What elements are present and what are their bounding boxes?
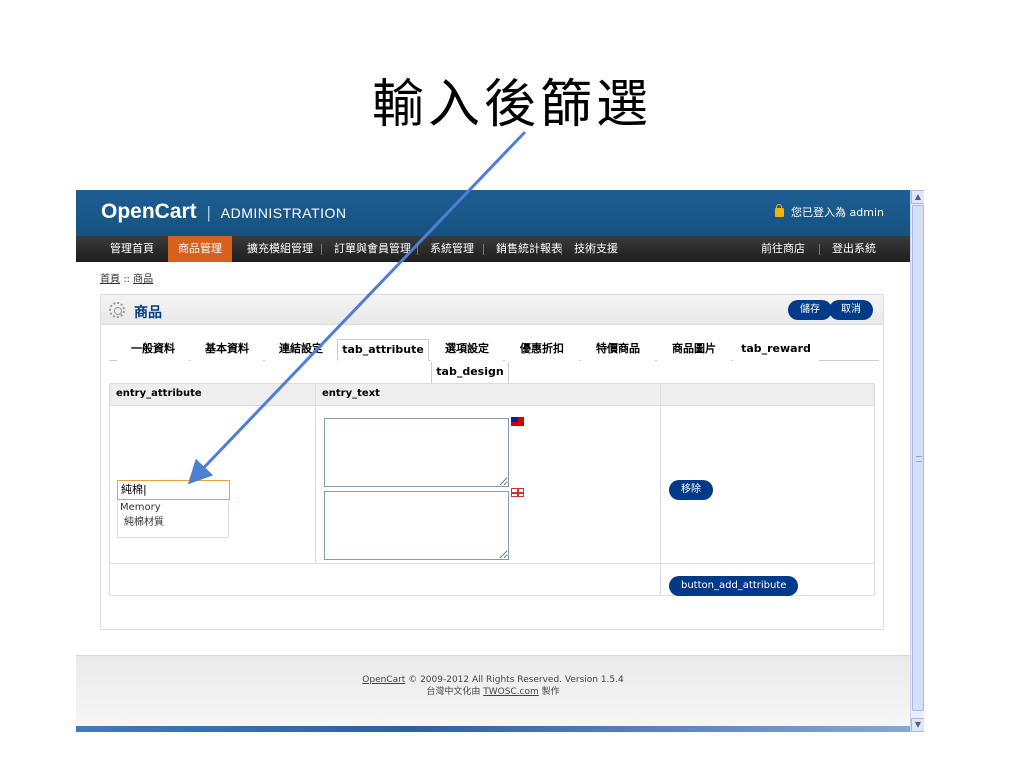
- menu-item-system[interactable]: 系統管理: [420, 236, 484, 262]
- footer: OpenCart © 2009-2012 All Rights Reserved…: [76, 655, 910, 732]
- add-row-spacer: [109, 563, 661, 596]
- opencart-link[interactable]: OpenCart: [362, 675, 405, 685]
- menu-item-extensions[interactable]: 擴充模組管理: [237, 236, 323, 262]
- lock-icon: [774, 204, 784, 217]
- scroll-up-button[interactable]: ▲: [911, 190, 924, 204]
- menu-divider: [561, 244, 562, 255]
- admin-header: OpenCart | ADMINISTRATION 您已登入為 admin: [76, 190, 910, 236]
- localization-text: 台灣中文化由: [426, 687, 481, 697]
- menu-divider: [321, 244, 322, 255]
- localization-suffix: 製作: [541, 687, 560, 697]
- tab-special[interactable]: 特價商品: [581, 339, 655, 361]
- main-menu: 管理首頁 商品管理 擴充模組管理 訂單與會員管理 系統管理 銷售統計報表 技術支…: [76, 236, 910, 262]
- breadcrumb-current[interactable]: 商品: [133, 274, 153, 285]
- autocomplete-option[interactable]: Memory: [118, 500, 228, 515]
- login-status: 您已登入為 admin: [774, 204, 884, 220]
- opencart-logo[interactable]: OpenCart | ADMINISTRATION: [101, 200, 347, 224]
- menu-divider: [483, 244, 484, 255]
- tab-image[interactable]: 商品圖片: [657, 339, 731, 361]
- autocomplete-dropdown: Memory 純棉材質: [117, 500, 229, 538]
- panel-title: 商品: [134, 305, 162, 321]
- tab-links[interactable]: 連結設定: [265, 339, 337, 361]
- taskbar-strip: [76, 726, 910, 732]
- menu-item-sales[interactable]: 訂單與會員管理: [324, 236, 421, 262]
- tab-option[interactable]: 選項設定: [431, 339, 503, 361]
- attribute-name-input[interactable]: 純棉|: [117, 480, 230, 500]
- menu-item-store-front[interactable]: 前往商店: [751, 236, 815, 262]
- browser-window: OpenCart | ADMINISTRATION 您已登入為 admin 管理…: [76, 190, 924, 732]
- scroll-thumb[interactable]: [912, 205, 924, 711]
- panel-header: 商品 儲存 取消: [101, 295, 883, 325]
- text-field-zh-tw[interactable]: [324, 418, 509, 487]
- logo-separator: |: [206, 203, 211, 222]
- menu-item-logout[interactable]: 登出系統: [822, 236, 886, 262]
- breadcrumb: 首頁 :: 商品: [100, 270, 153, 285]
- menu-divider: [417, 244, 418, 255]
- tab-design[interactable]: tab_design: [431, 362, 509, 384]
- slide-title: 輸入後篩選: [371, 75, 652, 135]
- tab-data[interactable]: 基本資料: [191, 339, 263, 361]
- breadcrumb-home[interactable]: 首頁: [100, 274, 120, 285]
- tab-bar: 一般資料 基本資料 連結設定 tab_attribute 選項設定 優惠折扣 特…: [109, 339, 879, 384]
- column-header-attribute: entry_attribute: [109, 383, 316, 406]
- login-text: 您已登入為 admin: [791, 206, 884, 219]
- grip-icon: [916, 456, 922, 462]
- save-button[interactable]: 儲存: [788, 300, 832, 320]
- menu-item-reports[interactable]: 銷售統計報表: [486, 236, 572, 262]
- logo-subtitle: ADMINISTRATION: [220, 205, 347, 221]
- menu-item-dashboard[interactable]: 管理首頁: [100, 236, 164, 262]
- tab-general[interactable]: 一般資料: [117, 339, 189, 361]
- vertical-scrollbar[interactable]: ▲ ▼: [910, 190, 924, 732]
- text-field-en[interactable]: [324, 491, 509, 560]
- menu-divider: [819, 244, 820, 255]
- gear-icon: [109, 302, 125, 318]
- taiwan-flag-icon: [511, 417, 524, 426]
- cancel-button[interactable]: 取消: [829, 300, 873, 320]
- twosc-link[interactable]: TWOSC.com: [483, 687, 539, 697]
- scroll-down-button[interactable]: ▼: [911, 718, 924, 732]
- uk-flag-icon: [511, 488, 524, 497]
- column-header-text: entry_text: [315, 383, 661, 406]
- add-attribute-button[interactable]: button_add_attribute: [669, 576, 799, 596]
- tab-discount[interactable]: 優惠折扣: [505, 339, 579, 361]
- tab-reward[interactable]: tab_reward: [733, 339, 819, 361]
- autocomplete-option[interactable]: 純棉材質: [118, 515, 228, 530]
- footer-line-2: 台灣中文化由 TWOSC.com 製作: [76, 686, 910, 698]
- copyright-text: © 2009-2012 All Rights Reserved. Version…: [408, 675, 624, 685]
- footer-line-1: OpenCart © 2009-2012 All Rights Reserved…: [76, 674, 910, 686]
- menu-item-catalog[interactable]: 商品管理: [168, 236, 232, 262]
- logo-main: OpenCart: [101, 200, 197, 223]
- remove-button[interactable]: 移除: [669, 480, 713, 500]
- breadcrumb-separator: ::: [123, 274, 130, 285]
- menu-item-help[interactable]: 技術支援: [564, 236, 628, 262]
- tab-attribute[interactable]: tab_attribute: [337, 339, 429, 361]
- column-header-action: [660, 383, 875, 406]
